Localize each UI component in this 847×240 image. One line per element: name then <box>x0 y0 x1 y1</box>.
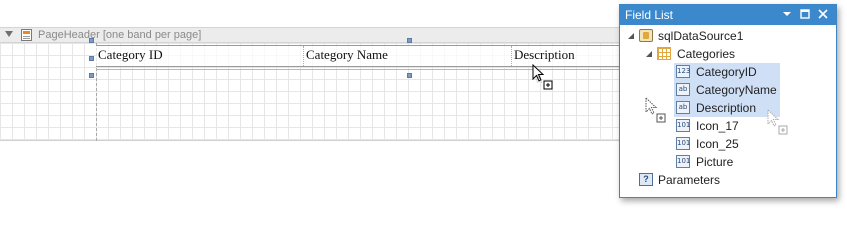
drag-ghost-cursor-icon <box>645 97 666 123</box>
tree-item-field[interactable]: ab Description <box>674 99 780 117</box>
drag-copy-cursor-icon <box>532 64 553 90</box>
datasource-icon <box>639 29 653 42</box>
datasource-label: sqlDataSource1 <box>658 29 744 43</box>
close-icon[interactable] <box>816 7 830 21</box>
parameters-label: Parameters <box>658 173 721 187</box>
selection-handle[interactable] <box>89 38 94 43</box>
table-cell-description[interactable]: Description <box>512 46 620 66</box>
numeric-field-icon: 123 <box>676 65 690 78</box>
parameters-icon: ? <box>639 173 653 186</box>
field-list-titlebar[interactable]: Field List <box>620 5 836 25</box>
table-cell-category-id[interactable]: Category ID <box>96 46 304 66</box>
dropdown-icon[interactable] <box>780 7 794 21</box>
tree-item-field[interactable]: ab CategoryName <box>674 81 780 99</box>
tree-item-field[interactable]: 101 Icon_25 <box>674 135 780 153</box>
field-list-title: Field List <box>625 8 674 22</box>
field-label: Icon_25 <box>696 137 739 151</box>
selection-handle[interactable] <box>89 73 94 78</box>
band-type-icon <box>21 29 32 41</box>
selection-handle[interactable] <box>89 56 94 61</box>
selection-handle[interactable] <box>407 73 412 78</box>
tree-item-table[interactable]: Categories <box>620 45 836 63</box>
field-list-panel[interactable]: Field List sqlDataSource1 Categories 123… <box>619 4 837 198</box>
tree-item-field[interactable]: 123 CategoryID <box>674 63 780 81</box>
tree-item-datasource[interactable]: sqlDataSource1 <box>620 27 836 45</box>
field-label: CategoryName <box>696 83 777 97</box>
field-label: CategoryID <box>696 65 757 79</box>
table-cell-category-name[interactable]: Category Name <box>304 46 512 66</box>
maximize-icon[interactable] <box>798 7 812 21</box>
collapse-band-icon[interactable] <box>5 31 13 37</box>
field-label: Picture <box>696 155 734 169</box>
expanded-arrow-icon[interactable] <box>645 50 653 58</box>
tree-item-parameters[interactable]: ? Parameters <box>620 171 836 189</box>
drag-ghost-cursor-icon <box>767 109 788 135</box>
band-title: PageHeader [one band per page] <box>38 29 202 41</box>
binary-field-icon: 101 <box>676 119 690 132</box>
field-label: Description <box>696 101 757 115</box>
binary-field-icon: 101 <box>676 155 690 168</box>
tree-item-field[interactable]: 101 Icon_17 <box>674 117 780 135</box>
expanded-arrow-icon[interactable] <box>627 32 635 40</box>
table-label: Categories <box>677 47 736 61</box>
string-field-icon: ab <box>676 101 690 114</box>
table-icon <box>657 47 671 60</box>
binary-field-icon: 101 <box>676 137 690 150</box>
selection-handle[interactable] <box>407 38 412 43</box>
string-field-icon: ab <box>676 83 690 96</box>
field-list-tree[interactable]: sqlDataSource1 Categories 123 CategoryID… <box>620 25 836 197</box>
tree-item-field[interactable]: 101 Picture <box>674 153 780 171</box>
field-label: Icon_17 <box>696 119 739 133</box>
